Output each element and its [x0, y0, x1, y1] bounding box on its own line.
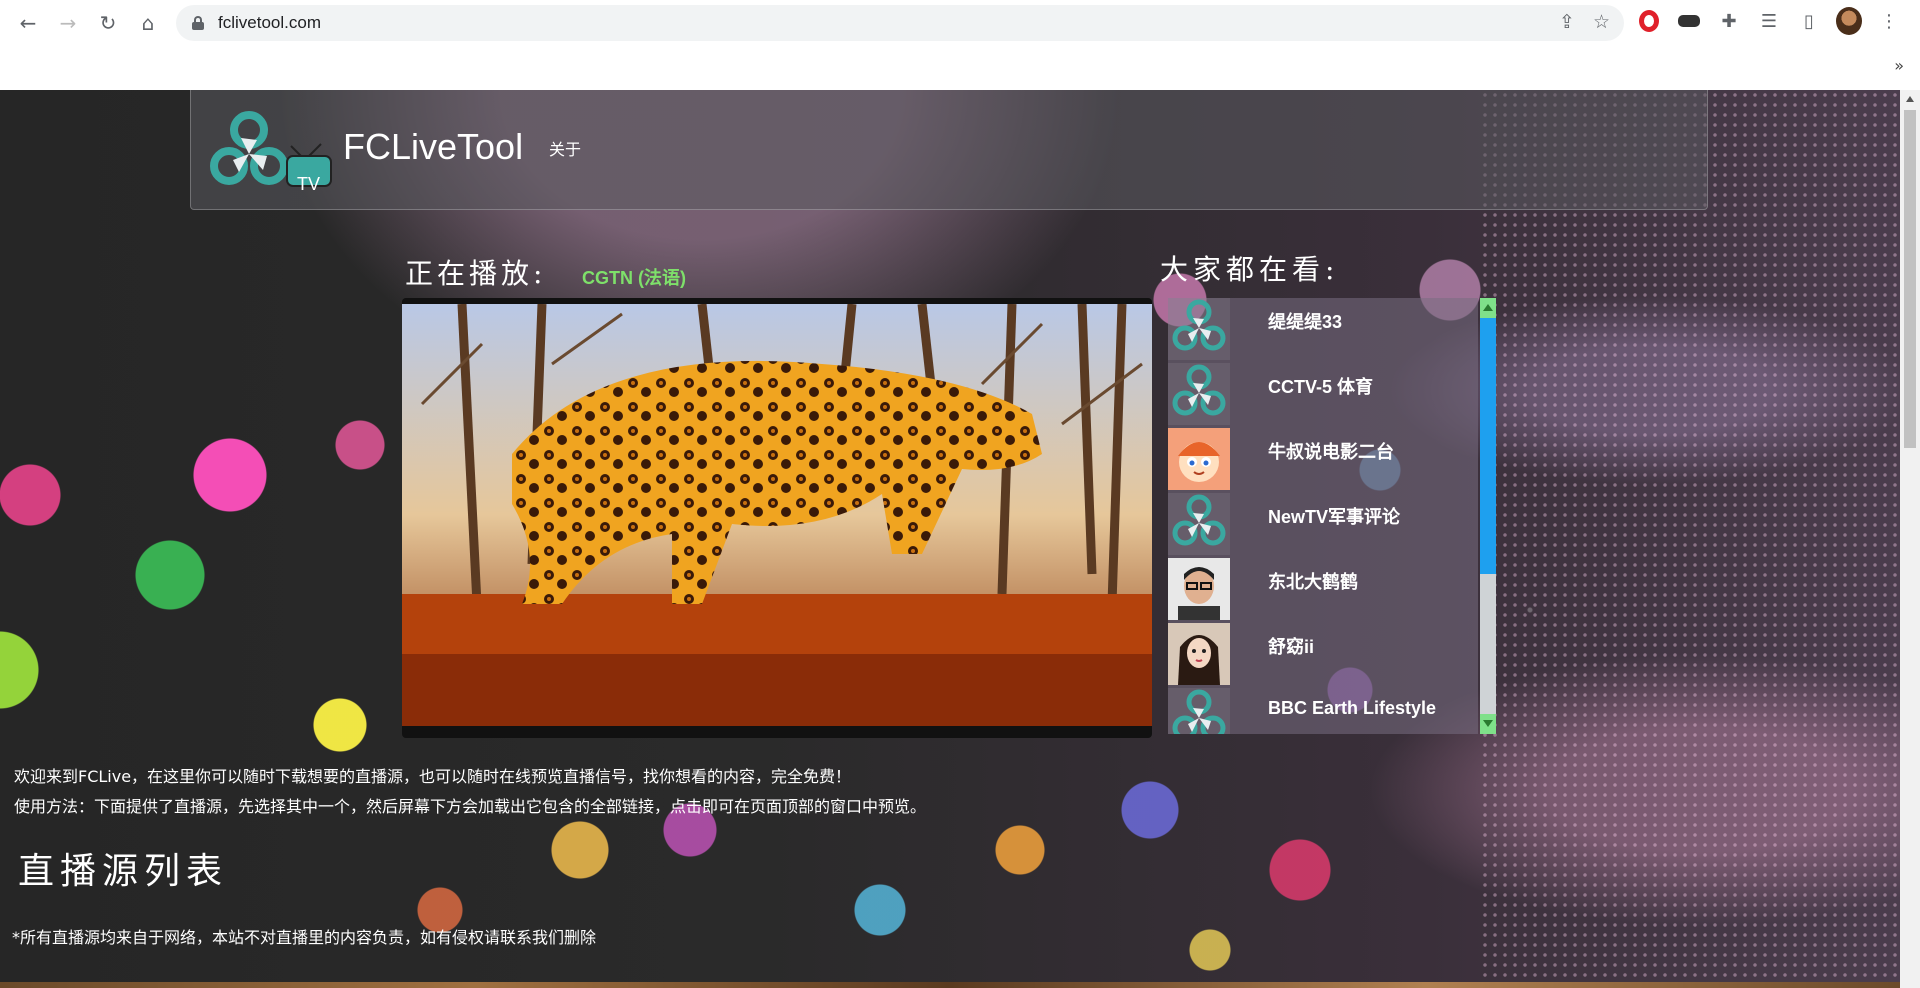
sidepanel-icon[interactable]: ▯: [1796, 8, 1822, 34]
intro-text: 欢迎来到FCLive，在这里你可以随时下载想要的直播源，也可以随时在线预览直播信…: [14, 762, 926, 822]
back-arrow-icon: ←: [19, 11, 37, 35]
browser-chrome: ← → ↻ ⌂ fclivetool.com ⇪ ☆ ✚ ☰ ▯ ⋮ »: [0, 0, 1920, 90]
extensions-area: ✚ ☰ ▯ ⋮: [1636, 7, 1902, 35]
star-icon[interactable]: ☆: [1593, 11, 1610, 33]
home-icon: ⌂: [141, 11, 155, 35]
intro-line-2: 使用方法：下面提供了直播源，先选择其中一个，然后屏幕下方会加载出它包含的全部链接…: [14, 797, 927, 816]
channel-thumbnail[interactable]: [1168, 688, 1230, 734]
now-playing-label: 正在播放:: [405, 257, 547, 290]
channel-thumbnail[interactable]: [1168, 298, 1230, 360]
browser-toolbar: ← → ↻ ⌂ fclivetool.com ⇪ ☆ ✚ ☰ ▯ ⋮: [0, 0, 1920, 46]
intro-line-1: 欢迎来到FCLive，在这里你可以随时下载想要的直播源，也可以随时在线预览直播信…: [14, 767, 852, 786]
now-playing-channel: CGTN (法语): [582, 268, 686, 288]
channel-thumbnail[interactable]: [1168, 623, 1230, 685]
bokeh-pattern: [1480, 90, 1900, 988]
page-scrollbar[interactable]: [1900, 90, 1920, 988]
home-button[interactable]: ⌂: [128, 3, 168, 43]
address-bar[interactable]: fclivetool.com ⇪ ☆: [176, 5, 1624, 41]
reload-button[interactable]: ↻: [88, 3, 128, 43]
logo-badge-text: TV: [297, 174, 321, 194]
channel-thumbnail[interactable]: [1168, 558, 1230, 620]
bookmarks-bar: »: [0, 46, 1920, 90]
media-icon[interactable]: ☰: [1756, 8, 1782, 34]
popular-item-name[interactable]: 舒窈ii: [1268, 633, 1314, 659]
popular-item-name[interactable]: CCTV-5 体育: [1268, 373, 1373, 399]
site-header: TV FCLiveTool 关于: [190, 90, 1708, 210]
scroll-thumb[interactable]: [1480, 318, 1496, 574]
mask-icon[interactable]: [1676, 8, 1702, 34]
popular-item-name[interactable]: BBC Earth Lifestyle: [1268, 698, 1436, 719]
profile-avatar[interactable]: [1836, 7, 1862, 35]
popular-list: 缇缇缇33 CCTV-5 体育 牛叔说电影二台 NewTV军事评论 东北大鹤鹤舒窈ii B…: [1168, 298, 1478, 734]
scroll-up-button[interactable]: [1480, 298, 1496, 318]
site-brand[interactable]: FCLiveTool: [343, 126, 523, 168]
channel-thumbnail[interactable]: [1168, 428, 1230, 490]
source-list-preview-strip: [0, 982, 1900, 988]
popular-item[interactable]: NewTV军事评论: [1168, 493, 1458, 558]
lock-icon[interactable]: [192, 16, 204, 30]
source-list-heading: 直播源列表: [18, 851, 229, 892]
popular-item[interactable]: CCTV-5 体育: [1168, 363, 1458, 428]
popular-item[interactable]: 牛叔说电影二台: [1168, 428, 1458, 493]
bookmarks-overflow-icon[interactable]: »: [1894, 56, 1904, 75]
popular-item-name[interactable]: 牛叔说电影二台: [1268, 438, 1394, 464]
leopard-video-frame[interactable]: [402, 304, 1152, 726]
popular-item[interactable]: BBC Earth Lifestyle: [1168, 688, 1458, 734]
opera-icon[interactable]: [1636, 8, 1662, 34]
popular-item[interactable]: 缇缇缇33: [1168, 298, 1458, 363]
popular-title: 大家都在看:: [1160, 253, 1340, 286]
menu-icon[interactable]: ⋮: [1876, 8, 1902, 34]
popular-item-name[interactable]: 缇缇缇33: [1268, 308, 1342, 334]
page-background: TV FCLiveTool 关于 正在播放: CGTN (法语) 大家都在看: …: [0, 90, 1900, 988]
reload-icon: ↻: [99, 11, 117, 35]
back-button[interactable]: ←: [8, 3, 48, 43]
channel-thumbnail[interactable]: [1168, 493, 1230, 555]
popular-item-name[interactable]: 东北大鹤鹤: [1268, 568, 1358, 594]
scroll-up-arrow-icon[interactable]: [1906, 96, 1914, 102]
popular-item-name[interactable]: NewTV军事评论: [1268, 503, 1400, 529]
video-player[interactable]: [402, 298, 1152, 738]
puzzle-icon[interactable]: ✚: [1716, 8, 1742, 34]
popular-item[interactable]: 舒窈ii: [1168, 623, 1458, 688]
url-text[interactable]: fclivetool.com: [218, 13, 321, 33]
forward-arrow-icon: →: [59, 11, 77, 35]
page-scroll-thumb[interactable]: [1904, 110, 1916, 448]
channel-thumbnail[interactable]: [1168, 363, 1230, 425]
nav-about-link[interactable]: 关于: [549, 136, 581, 160]
scroll-down-button[interactable]: [1480, 714, 1496, 734]
popular-item[interactable]: 东北大鹤鹤: [1168, 558, 1458, 623]
forward-button[interactable]: →: [48, 3, 88, 43]
disclaimer-text: *所有直播源均来自于网络，本站不对直播里的内容负责，如有侵权请联系我们删除: [12, 928, 597, 947]
popular-scrollbar[interactable]: [1480, 298, 1496, 734]
share-icon[interactable]: ⇪: [1559, 11, 1575, 33]
